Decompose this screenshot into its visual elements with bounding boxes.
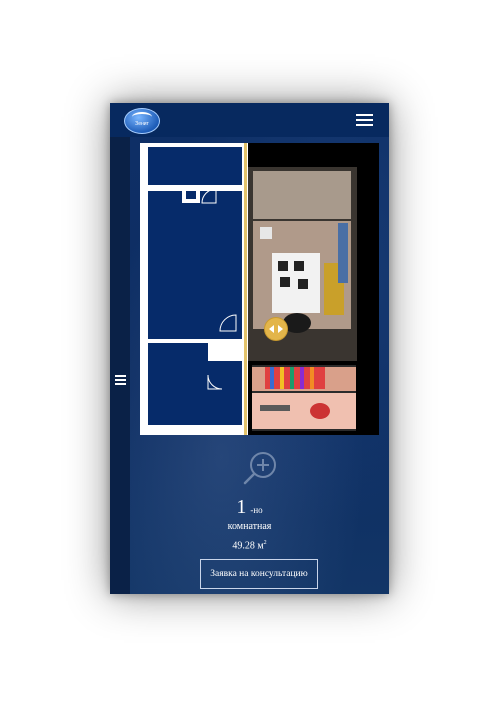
consultation-request-button[interactable]: Заявка на консультацию	[200, 559, 318, 589]
left-right-arrows-icon	[269, 325, 283, 333]
rooms-suffix: -но	[250, 505, 263, 515]
rooms-number: 1	[236, 496, 247, 518]
area-unit-superscript: 2	[263, 540, 267, 546]
compare-slider-handle[interactable]	[265, 318, 287, 340]
apartment-area: 49.28 м2	[110, 540, 389, 551]
rooms-count: 1 -но	[110, 496, 389, 519]
rooms-word: комнатная	[227, 521, 272, 532]
floor-plan-comparison-image	[140, 143, 357, 435]
floor-plan-viewer[interactable]	[140, 143, 379, 435]
logo[interactable]: Зенит	[124, 108, 160, 134]
zoom-in-button[interactable]	[240, 449, 280, 489]
phone-screen: Зенит 1 -но комнатная 49.28 м2 Заявка на…	[110, 103, 389, 594]
hamburger-icon[interactable]	[356, 114, 373, 126]
zoom-in-icon	[243, 452, 276, 485]
area-value: 49.28 м	[232, 540, 264, 552]
side-menu-icon[interactable]	[115, 375, 126, 385]
header: Зенит	[110, 103, 389, 137]
logo-text: Зенит	[135, 121, 149, 127]
